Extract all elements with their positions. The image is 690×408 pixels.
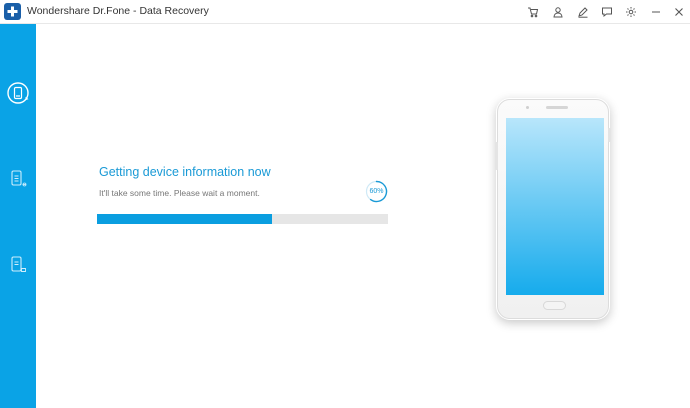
device-recover-icon (7, 82, 29, 104)
cart-icon[interactable] (525, 4, 541, 20)
title-bar: Wondershare Dr.Fone - Data Recovery (0, 0, 690, 24)
sidebar-item-backup-recover[interactable] (3, 164, 33, 194)
cloud-recover-icon (11, 256, 26, 272)
progress-bar-fill (97, 214, 272, 224)
phone-speaker (546, 106, 568, 109)
close-icon[interactable] (671, 4, 687, 20)
phone-power-button (608, 128, 611, 142)
account-icon[interactable] (550, 4, 566, 20)
backup-recover-icon (11, 170, 27, 187)
drfone-logo-icon (4, 3, 21, 20)
sidebar (0, 24, 36, 408)
window-title: Wondershare Dr.Fone - Data Recovery (27, 5, 209, 17)
phone-volume-button (495, 142, 498, 170)
settings-icon[interactable] (623, 4, 639, 20)
app-window: Wondershare Dr.Fone - Data Recovery Gett… (0, 0, 690, 408)
progress-percent: 60% (369, 188, 384, 195)
status-subtitle: It'll take some time. Please wait a mome… (99, 188, 260, 198)
sidebar-item-cloud-recover[interactable] (3, 250, 33, 280)
progress-bar (97, 214, 388, 224)
chat-icon[interactable] (599, 4, 615, 20)
phone-screen (506, 118, 604, 295)
minimize-icon[interactable] (648, 4, 664, 20)
edit-feedback-icon[interactable] (575, 4, 591, 20)
phone-home-button (543, 301, 566, 310)
sidebar-item-device-recover[interactable] (3, 78, 33, 108)
phone-camera (526, 106, 529, 109)
status-title: Getting device information now (99, 165, 271, 179)
